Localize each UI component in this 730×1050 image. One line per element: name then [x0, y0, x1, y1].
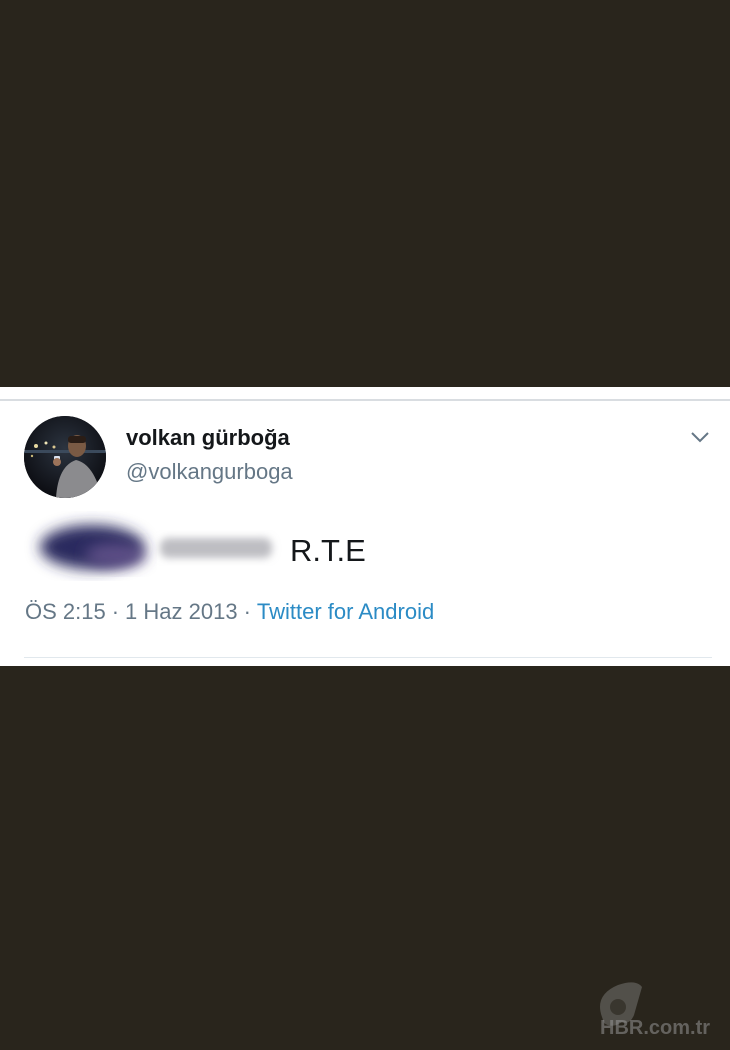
redacted-blur	[20, 511, 288, 581]
avatar-photo	[24, 416, 106, 498]
tweet-date[interactable]: 1 Haz 2013	[125, 599, 238, 624]
chevron-down-icon[interactable]	[688, 427, 712, 447]
meta-separator: ·	[111, 599, 120, 624]
top-divider	[0, 399, 730, 401]
tweet-time[interactable]: ÖS 2:15	[25, 599, 106, 624]
watermark-domain: .com.tr	[643, 1017, 711, 1039]
tweet-meta: ÖS 2:15 · 1 Haz 2013 · Twitter for Android	[25, 599, 434, 625]
tweet-source-link[interactable]: Twitter for Android	[257, 599, 434, 624]
user-handle[interactable]: @volkangurboga	[126, 459, 293, 485]
display-name[interactable]: volkan gürboğa	[126, 425, 290, 451]
watermark-text: HBR.com.tr	[600, 1017, 710, 1040]
tweet-text: R.T.E	[290, 533, 366, 568]
tweet-card: volkan gürboğa @volkangurboga R.T.E ÖS 2…	[0, 387, 730, 666]
meta-separator: ·	[243, 599, 251, 624]
avatar[interactable]	[24, 416, 106, 498]
watermark-brand: HBR	[600, 1017, 644, 1039]
bottom-divider	[24, 657, 712, 658]
